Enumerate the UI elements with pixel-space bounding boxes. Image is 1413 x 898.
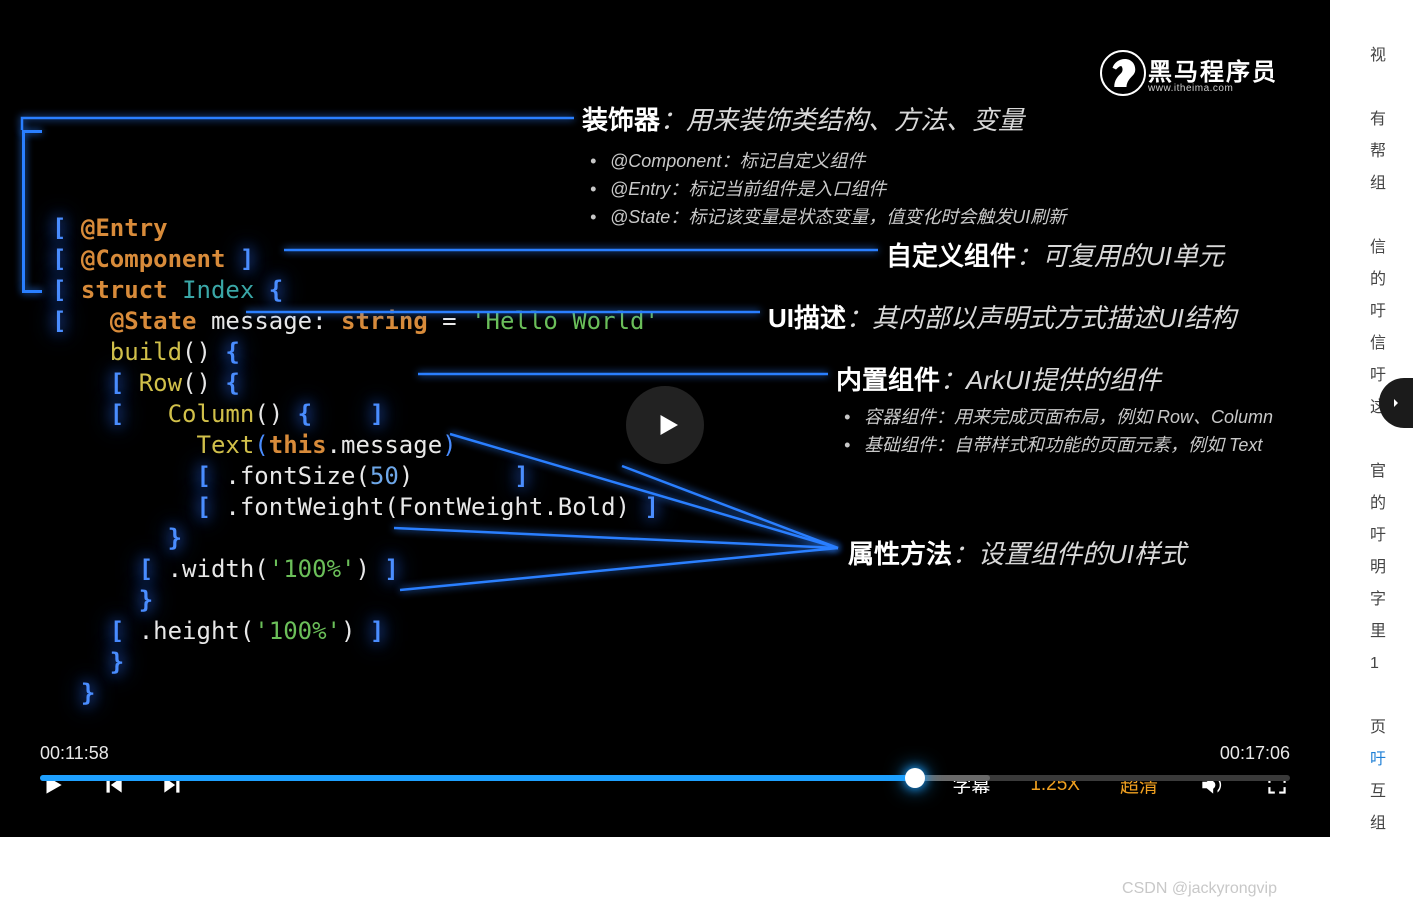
annotation-decorator: 装饰器：用来装饰类结构、方法、变量 @Component：标记自定义组件 @En… <box>582 100 1066 231</box>
bracket-cap <box>22 290 42 293</box>
time-total: 00:17:06 <box>1220 743 1290 764</box>
csdn-watermark: CSDN @jackyrongvip <box>1122 880 1277 898</box>
video-player-area: 黑马程序员 www.itheima.com [ @Entry [ @Compon… <box>0 0 1330 837</box>
progress-bar[interactable] <box>40 775 1290 781</box>
play-button-center[interactable] <box>626 386 704 464</box>
bracket-cap <box>22 130 42 133</box>
progress-buffer <box>915 775 990 781</box>
sidebar-collapsed: 视有帮组信的吁信吁这官的吁明字里1页吁互组文C写 <box>1330 0 1413 837</box>
annotation-custom-component: 自定义组件：可复用的UI单元 <box>886 236 1224 273</box>
progress-fill <box>40 775 915 781</box>
bracket-left <box>22 130 25 290</box>
brand-text: 黑马程序员 <box>1148 52 1278 87</box>
horse-icon <box>1100 50 1146 96</box>
annotation-attr: 属性方法：设置组件的UI样式 <box>848 534 1186 571</box>
brand-logo: 黑马程序员 www.itheima.com <box>1100 50 1278 96</box>
code-block: [ @Entry [ @Component ] [ struct Index {… <box>52 182 659 740</box>
chevron-right-icon <box>1388 395 1404 411</box>
annotation-builtin: 内置组件：ArkUI提供的组件 容器组件：用来完成页面布局，例如 Row、Col… <box>836 360 1273 459</box>
player-controls: 00:11:58 00:17:06 字幕 1.25X 超清 <box>0 739 1330 837</box>
annotation-ui-desc: UI描述：其内部以声明式方式描述UI结构 <box>768 298 1236 335</box>
sidebar-text-fragment: 视有帮组信的吁信吁这官的吁明字里1页吁互组文C写 <box>1370 40 1413 837</box>
time-current: 00:11:58 <box>40 743 109 764</box>
progress-knob[interactable] <box>905 768 925 788</box>
